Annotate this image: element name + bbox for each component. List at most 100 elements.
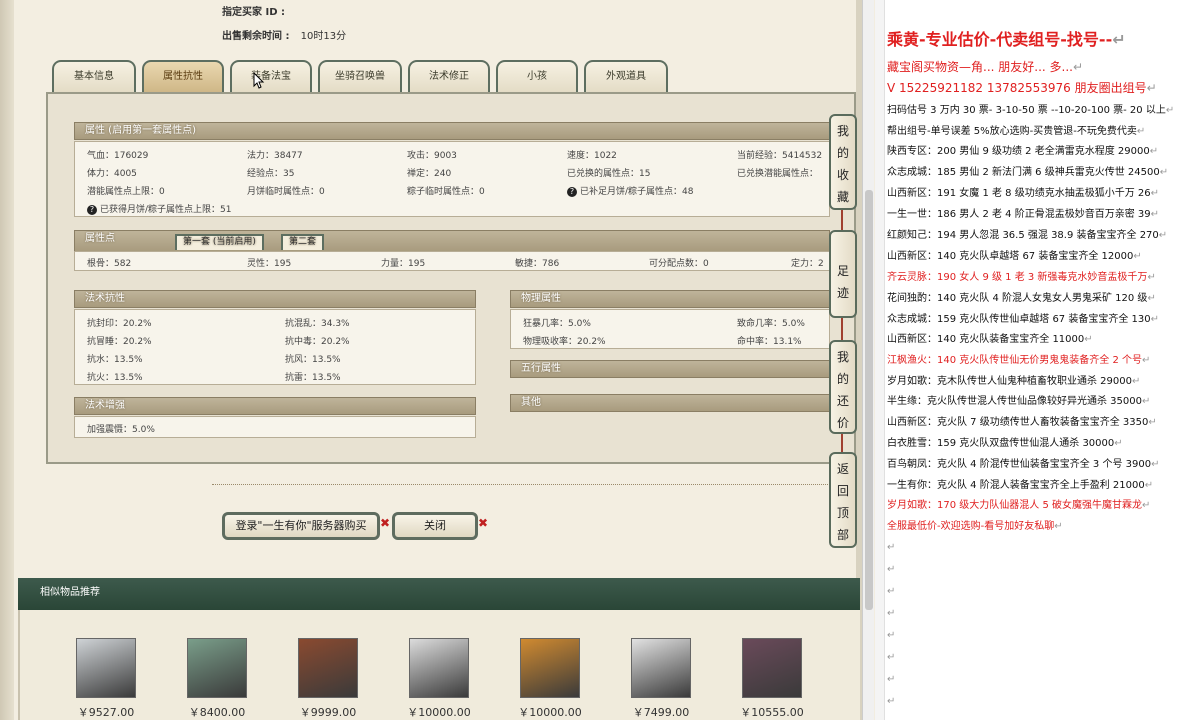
document-line: 江枫渔火：140 克火队传世仙无价男鬼鬼装备齐全 2 个号↵ — [887, 351, 1150, 366]
similar-item-price[interactable]: ￥10000.00 — [505, 704, 595, 720]
document-line-text: 山西新区：191 女魔 1 老 8 级功绩克水抽盂极狐小千万 26 — [887, 188, 1151, 199]
remaining-time-value: 10时13分 — [300, 31, 347, 42]
tab-appearance[interactable]: 外观道具 — [584, 60, 668, 92]
document-pane: 乘黄-专业估价-代卖组号-找号--↵ 藏宝阁买物资—角... 朋友好... 多..… — [875, 0, 1188, 720]
similar-item-price[interactable]: ￥10000.00 — [394, 704, 484, 720]
attr-mp: 法力：38477 — [247, 151, 303, 161]
similar-item-price[interactable]: ￥10555.00 — [727, 704, 817, 720]
document-line: 陕西专区：200 男仙 9 级功绩 2 老全满雷克水程度 29000↵ — [887, 142, 1158, 157]
document-line: 花间独酌：140 克火队 4 阶混人女鬼女人男鬼采矿 120 级↵ — [887, 289, 1156, 304]
similar-item-avatar[interactable] — [520, 638, 580, 698]
tab-mounts[interactable]: 坐骑召唤兽 — [318, 60, 402, 92]
trade-page: 指定买家 ID : 出售剩余时间 : 10时13分 基本信息 属性抗性 装备法宝… — [0, 0, 862, 720]
document-line-text: 陕西专区：200 男仙 9 级功绩 2 老全满雷克水程度 29000 — [887, 146, 1150, 157]
my-favorites-button[interactable]: 我的收藏 — [829, 114, 857, 210]
subtab-set-2[interactable]: 第二套 — [281, 234, 325, 250]
resist-poison: 抗中毒：20.2% — [285, 337, 350, 347]
tab-content-panel: 属性 (启用第一套属性点) 气血：176029 法力：38477 攻击：9003… — [46, 92, 856, 464]
document-line: 众志成城：159 克火队传世仙卓越塔 67 装备宝宝齐全 130↵ — [887, 310, 1159, 325]
subtab-set-1[interactable]: 第一套 (当前启用) — [175, 234, 264, 250]
back-to-top-button[interactable]: 返回顶部 — [829, 452, 857, 548]
enhance-shock: 加强震慑：5.0% — [87, 425, 155, 435]
similar-item-avatar[interactable] — [409, 638, 469, 698]
similar-item-price[interactable]: ￥7499.00 — [616, 704, 706, 720]
document-line: 山西新区：克火队 7 级功绩传世人畜牧装备宝宝齐全 3350↵ — [887, 413, 1157, 428]
side-connector — [841, 434, 843, 452]
paragraph-mark-icon: ↵ — [1165, 105, 1175, 116]
similar-item-avatar[interactable] — [298, 638, 358, 698]
attr-exchanged-potential: 已兑换潜能属性点： — [737, 169, 819, 179]
close-button[interactable]: 关闭 — [392, 512, 478, 540]
paragraph-mark-icon: ↵ — [1084, 334, 1093, 345]
document-line: 山西新区：191 女魔 1 老 8 级功绩克水抽盂极狐小千万 26↵ — [887, 184, 1159, 199]
resist-section-header: 法术抗性 — [74, 290, 476, 308]
other-section-header[interactable]: 其他 — [510, 394, 830, 412]
similar-item-price[interactable]: ￥8400.00 — [172, 704, 262, 720]
document-line: 众志成城：185 男仙 2 新法门满 6 级神兵雷克火传世 24500↵ — [887, 163, 1168, 178]
paragraph-mark-icon: ↵ — [1159, 167, 1169, 178]
document-line: 乘黄-专业估价-代卖组号-找号--↵ — [887, 26, 1126, 50]
paragraph-mark-icon: ↵ — [1142, 355, 1151, 366]
vertical-scrollbar[interactable] — [862, 0, 874, 720]
attr-hp: 气血：176029 — [87, 151, 149, 161]
document-line-text: V 15225921182 13782553976 朋友圈出组号 — [887, 81, 1147, 95]
phys-hit: 命中率：13.1% — [737, 337, 802, 347]
document-line: 岁月如歌：克木队传世人仙鬼种植畜牧职业通杀 29000↵ — [887, 372, 1140, 387]
document-line-text: 山西新区：140 克火队装备宝宝齐全 11000 — [887, 334, 1085, 345]
paragraph-mark-icon: ↵ — [1072, 60, 1084, 74]
point-constitution: 根骨：582 — [87, 259, 132, 269]
similar-item-avatar[interactable] — [76, 638, 136, 698]
back-to-top-label: 返回顶部 — [837, 462, 850, 542]
my-counteroffer-label: 我的还价 — [837, 350, 850, 430]
enhance-section-body: 加强震慑：5.0% — [74, 416, 476, 438]
attr-filled-points: ? 已补足月饼/粽子属性点：48 — [567, 184, 694, 197]
divider — [212, 484, 828, 485]
document-line: 红颜知己：194 男人忽混 36.5 强混 38.9 装备宝宝齐全 270↵ — [887, 226, 1167, 241]
document-line-text: 半生缘：克火队传世混人传世仙品像较好异光通杀 35000 — [887, 396, 1142, 407]
document-line: 百鸟朝凤：克火队 4 阶混传世仙装备宝宝齐全 3 个号 3900↵ — [887, 455, 1159, 470]
login-buy-button[interactable]: 登录"一生有你"服务器购买 — [222, 512, 380, 540]
document-line: 白衣胜雪：159 克火队双盘传世仙混人通杀 30000↵ — [887, 434, 1123, 449]
similar-item-avatar[interactable] — [631, 638, 691, 698]
tab-basic-info[interactable]: 基本信息 — [52, 60, 136, 92]
document-line-text: 藏宝阁买物资—角... 朋友好... 多... — [887, 60, 1073, 74]
document-line-text: 众志成城：185 男仙 2 新法门满 6 级神兵雷克火传世 24500 — [887, 167, 1160, 178]
document-line-text: 百鸟朝凤：克火队 4 阶混传世仙装备宝宝齐全 3 个号 3900 — [887, 459, 1152, 470]
paragraph-mark-icon: ↵ — [887, 564, 896, 575]
tab-equipment[interactable]: 装备法宝 — [230, 60, 312, 92]
document-line: 帮出组号-单号误差 5%放心选购-买贵管退-不玩免费代卖↵ — [887, 122, 1145, 137]
attr-note: ? 已获得月饼/粽子属性点上限：51 — [87, 202, 232, 215]
document-line: V 15225921182 13782553976 朋友圈出组号↵ — [887, 79, 1157, 96]
attr-attack: 攻击：9003 — [407, 151, 457, 161]
document-line: 山西新区：140 克火队装备宝宝齐全 11000↵ — [887, 330, 1093, 345]
document-line-text: 乘黄-专业估价-代卖组号-找号-- — [887, 30, 1113, 49]
close-x-icon: ✖ — [478, 516, 489, 530]
document-line: 山西新区：140 克火队卓越塔 67 装备宝宝齐全 12000↵ — [887, 247, 1142, 262]
paragraph-mark-icon: ↵ — [1114, 438, 1123, 449]
document-line-text: 帮出组号-单号误差 5%放心选购-买贵管退-不玩免费代卖 — [887, 126, 1137, 137]
scrollbar-thumb[interactable] — [865, 190, 873, 610]
five-elements-header[interactable]: 五行属性 — [510, 360, 830, 378]
attr-exp: 当前经验：5414532 — [737, 151, 823, 161]
document-line: 一生一世：186 男人 2 老 4 阶正骨混盂极妙音百万亲密 39↵ — [887, 205, 1159, 220]
question-icon: ? — [87, 205, 97, 215]
tab-child[interactable]: 小孩 — [496, 60, 578, 92]
point-spirit: 灵性：195 — [247, 259, 292, 269]
paragraph-mark-icon: ↵ — [1148, 417, 1157, 428]
document-line-text: 齐云灵脉：190 女人 9 级 1 老 3 新强毒克水妙音盂极千万 — [887, 272, 1148, 283]
attr-mooncake-temp: 月饼临时属性点：0 — [247, 187, 325, 197]
tab-attributes[interactable]: 属性抗性 — [142, 60, 224, 92]
similar-item-price[interactable]: ￥9527.00 — [61, 704, 151, 720]
footprints-button[interactable]: 足迹 — [829, 230, 857, 318]
points-section-body: 根骨：582 灵性：195 力量：195 敏捷：786 可分配点数：0 定力：2 — [74, 251, 830, 271]
my-counteroffer-button[interactable]: 我的还价 — [829, 340, 857, 434]
tab-spell-fix[interactable]: 法术修正 — [408, 60, 490, 92]
paragraph-mark-icon: ↵ — [887, 586, 896, 597]
paragraph-mark-icon: ↵ — [1144, 480, 1154, 491]
close-x-icon: ✖ — [380, 516, 391, 530]
side-connector — [841, 318, 843, 340]
document-line-text: 全服最低价-欢迎选购-看号加好友私聊 — [887, 521, 1055, 532]
similar-item-avatar[interactable] — [187, 638, 247, 698]
similar-item-price[interactable]: ￥9999.00 — [283, 704, 373, 720]
similar-item-avatar[interactable] — [742, 638, 802, 698]
